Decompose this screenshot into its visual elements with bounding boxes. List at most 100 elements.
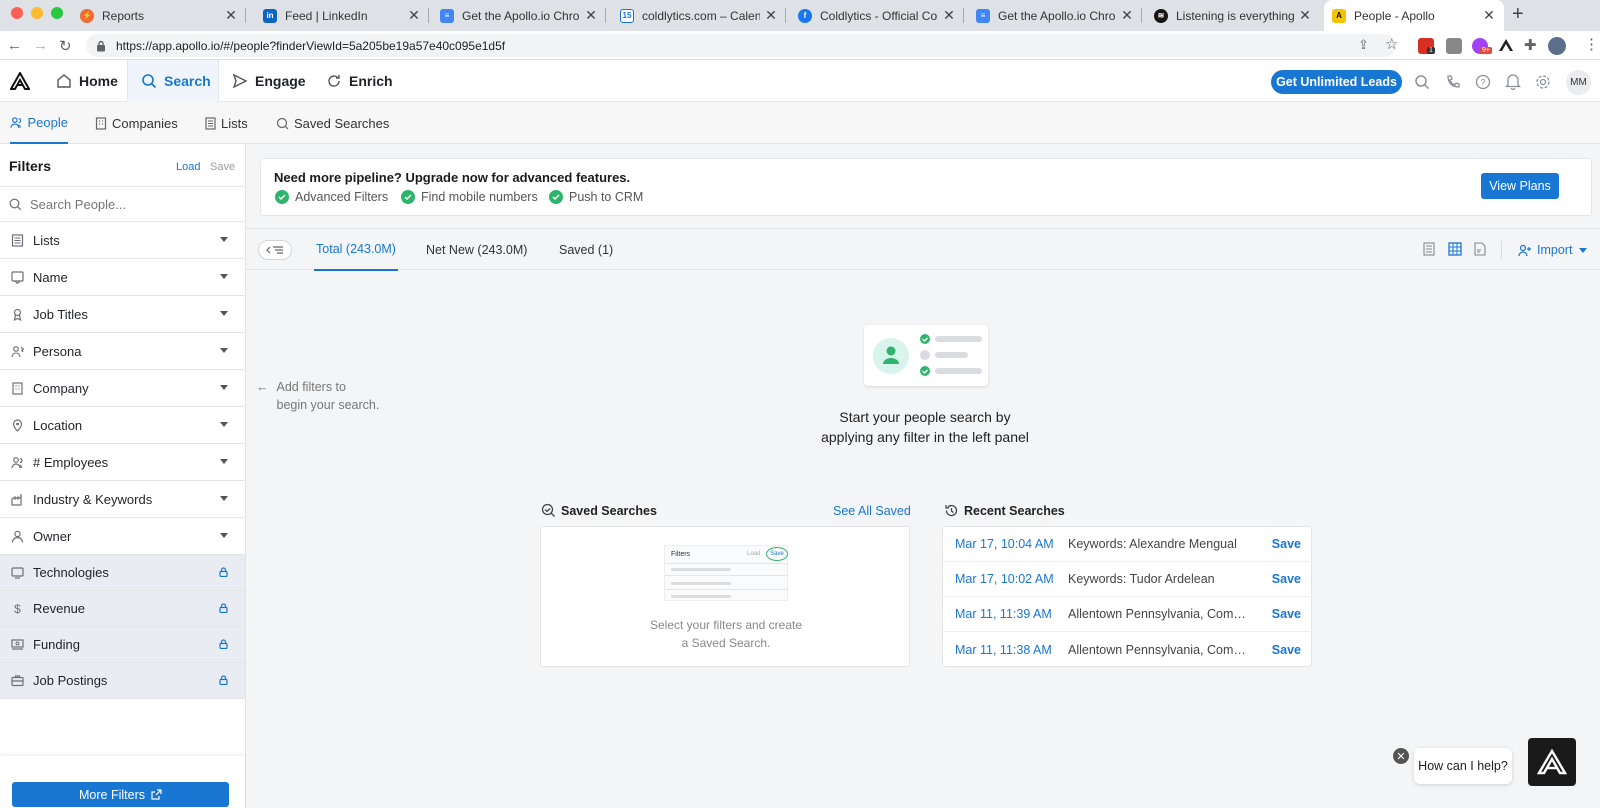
chat-prompt-bubble[interactable]: How can I help? [1414, 748, 1512, 784]
recent-search-row[interactable]: Mar 17, 10:02 AM Keywords: Tudor Ardelean… [943, 562, 1313, 597]
browser-tab[interactable]: ≋ Listening is everything - S ✕ [1146, 0, 1320, 31]
browser-tab[interactable]: ⚡ Reports ✕ [72, 0, 246, 31]
filters-sidebar: Filters Load Save Search People... Lists… [0, 144, 246, 808]
recent-search-row[interactable]: Mar 17, 10:04 AM Keywords: Alexandre Meng… [943, 527, 1313, 562]
profile-avatar[interactable] [1548, 37, 1566, 55]
tab-saved-searches[interactable]: Saved Searches [276, 102, 389, 144]
tab-saved[interactable]: Saved (1) [559, 229, 613, 271]
list-view-icon[interactable] [1423, 242, 1435, 256]
chevron-down-icon [220, 533, 228, 538]
help-icon[interactable]: ? [1475, 74, 1491, 90]
close-tab-icon[interactable]: ✕ [1482, 7, 1496, 24]
maximize-window-button[interactable] [51, 7, 63, 19]
bell-icon[interactable] [1505, 73, 1521, 90]
minimize-window-button[interactable] [31, 7, 43, 19]
recent-search-date[interactable]: Mar 11, 11:39 AM [955, 607, 1052, 621]
url-input[interactable]: https://app.apollo.io/#/people?finderVie… [86, 34, 1396, 57]
filter-name[interactable]: Name [0, 259, 245, 296]
filter-company[interactable]: Company [0, 370, 245, 407]
filter-owner[interactable]: Owner [0, 518, 245, 555]
filter-technologies[interactable]: Technologies [0, 555, 245, 591]
get-unlimited-leads-button[interactable]: Get Unlimited Leads [1271, 70, 1402, 94]
filter-industry-keywords[interactable]: Industry & Keywords [0, 481, 245, 518]
linkedin-icon: in [263, 8, 277, 23]
filter-funding[interactable]: Funding [0, 627, 245, 663]
export-view-icon[interactable] [1474, 242, 1486, 256]
apollo-extension-icon[interactable] [1498, 38, 1514, 52]
apollo-logo-icon[interactable] [10, 72, 30, 90]
close-tab-icon[interactable]: ✕ [1298, 7, 1312, 24]
search-people-input[interactable]: Search People... [0, 186, 245, 222]
close-tab-icon[interactable]: ✕ [1120, 7, 1134, 24]
share-icon[interactable]: ⇪ [1358, 37, 1369, 53]
cta-line: Start your people search by [839, 409, 1011, 425]
browser-tab[interactable]: in Feed | LinkedIn ✕ [255, 0, 429, 31]
nav-home[interactable]: Home [56, 60, 118, 102]
nav-engage[interactable]: Engage [232, 60, 306, 102]
filter-job-titles[interactable]: Job Titles [0, 296, 245, 333]
empty-state-message: Start your people search by applying any… [760, 407, 1090, 447]
bookmark-star-icon[interactable]: ☆ [1385, 35, 1398, 53]
filter-label: Persona [33, 343, 82, 359]
recent-search-date[interactable]: Mar 11, 11:38 AM [955, 643, 1052, 657]
filter-location[interactable]: Location [0, 407, 245, 444]
back-icon[interactable]: ← [7, 37, 22, 54]
check-circle-icon [401, 190, 415, 204]
close-tab-icon[interactable]: ✕ [224, 7, 238, 24]
reload-icon[interactable]: ↻ [59, 37, 72, 55]
collapse-filters-button[interactable] [258, 240, 292, 260]
recent-search-row[interactable]: Mar 11, 11:39 AM Allentown Pennsylvania, … [943, 597, 1313, 632]
browser-tab[interactable]: ≡ Get the Apollo.io Chrome ✕ [968, 0, 1142, 31]
filter-revenue[interactable]: $ Revenue [0, 591, 245, 627]
more-filters-button[interactable]: More Filters [12, 782, 229, 807]
filter-employees[interactable]: # Employees [0, 444, 245, 481]
extension-icon[interactable] [1446, 38, 1462, 54]
nav-enrich[interactable]: Enrich [326, 60, 393, 102]
see-all-saved-link[interactable]: See All Saved [833, 504, 911, 518]
view-plans-button[interactable]: View Plans [1481, 173, 1559, 199]
search-icon[interactable] [1414, 74, 1430, 90]
tab-people[interactable]: People [10, 102, 68, 144]
save-filters-link[interactable]: Save [210, 161, 235, 173]
close-tab-icon[interactable]: ✕ [584, 7, 598, 24]
recent-search-date[interactable]: Mar 17, 10:02 AM [955, 572, 1054, 586]
save-recent-search-button[interactable]: Save [1272, 607, 1301, 621]
close-chat-icon[interactable]: ✕ [1393, 748, 1409, 764]
chevron-down-icon [220, 274, 228, 279]
chat-launcher-button[interactable] [1528, 738, 1576, 786]
browser-tab-active[interactable]: A People - Apollo ✕ [1324, 0, 1504, 31]
close-window-button[interactable] [11, 7, 23, 19]
save-recent-search-button[interactable]: Save [1272, 643, 1301, 657]
browser-tab[interactable]: f Coldlytics - Official Comm ✕ [790, 0, 964, 31]
tab-companies[interactable]: Companies [95, 102, 178, 144]
close-tab-icon[interactable]: ✕ [764, 7, 778, 24]
load-filters-link[interactable]: Load [176, 161, 200, 173]
filter-lists[interactable]: Lists [0, 222, 245, 259]
phone-icon[interactable] [1445, 74, 1461, 90]
nav-search[interactable]: Search [127, 60, 219, 102]
tab-lists[interactable]: Lists [205, 102, 248, 144]
user-avatar[interactable]: MM [1566, 70, 1591, 95]
cta-line: applying any filter in the left panel [821, 429, 1029, 445]
browser-tab[interactable]: ≡ Get the Apollo.io Chrome ✕ [432, 0, 606, 31]
recent-search-date[interactable]: Mar 17, 10:04 AM [955, 537, 1054, 551]
import-dropdown[interactable]: Import [1518, 229, 1588, 271]
save-recent-search-button[interactable]: Save [1272, 537, 1301, 551]
google-calendar-icon: 15 [620, 8, 634, 23]
extensions-puzzle-icon[interactable]: ✚ [1524, 36, 1537, 54]
new-tab-button[interactable]: + [1512, 3, 1524, 26]
table-view-icon[interactable] [1448, 242, 1462, 256]
filter-persona[interactable]: Persona [0, 333, 245, 370]
close-tab-icon[interactable]: ✕ [942, 7, 956, 24]
close-tab-icon[interactable]: ✕ [407, 7, 421, 24]
forward-icon[interactable]: → [33, 37, 48, 54]
recent-search-row[interactable]: Mar 11, 11:38 AM Allentown Pennsylvania, … [943, 632, 1313, 667]
chevron-down-icon [220, 311, 228, 316]
tab-total[interactable]: Total (243.0M) [314, 229, 398, 271]
tab-net-new[interactable]: Net New (243.0M) [426, 229, 527, 271]
browser-menu-icon[interactable]: ⋮ [1584, 35, 1599, 53]
filter-job-postings[interactable]: Job Postings [0, 663, 245, 699]
browser-tab[interactable]: 15 coldlytics.com – Calendar ✕ [612, 0, 786, 31]
gear-icon[interactable] [1535, 74, 1551, 90]
save-recent-search-button[interactable]: Save [1272, 572, 1301, 586]
